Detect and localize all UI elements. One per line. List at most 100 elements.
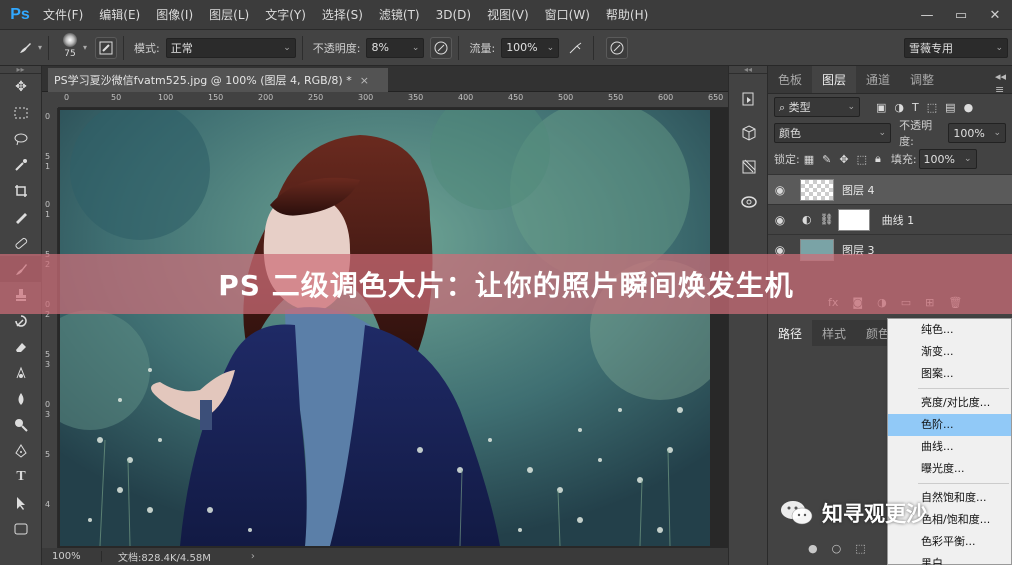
fill-field[interactable]: 100% ⌄ — [918, 149, 977, 169]
tab-layers[interactable]: 图层 — [812, 66, 857, 93]
pressure-size-icon[interactable] — [606, 36, 629, 59]
chevron-right-icon[interactable]: › — [251, 551, 255, 562]
menu-item-brightness-contrast[interactable]: 亮度/对比度... — [888, 392, 1011, 414]
pen-tool-icon[interactable] — [0, 438, 42, 464]
menu-image[interactable]: 图像(I) — [148, 0, 201, 30]
menu-layer[interactable]: 图层(L) — [201, 0, 257, 30]
menu-help[interactable]: 帮助(H) — [598, 0, 656, 30]
flow-value: 100% — [506, 41, 538, 54]
menu-3d[interactable]: 3D(D) — [428, 0, 479, 30]
menu-file[interactable]: 文件(F) — [35, 0, 91, 30]
brush-tool-preset-icon[interactable] — [14, 37, 36, 59]
properties-panel-icon[interactable] — [729, 150, 769, 184]
menu-divider — [918, 388, 1009, 389]
menu-item-curves[interactable]: 曲线... — [888, 436, 1011, 458]
layer-opacity-field[interactable]: 100% ⌄ — [948, 123, 1006, 143]
menu-window[interactable]: 窗口(W) — [537, 0, 598, 30]
tab-swatches[interactable]: 色板 — [768, 66, 812, 93]
filter-smart-object-icon[interactable]: ▤ — [945, 101, 955, 114]
mode-dropdown[interactable]: 正常 ⌄ — [165, 37, 296, 58]
eyedropper-tool-icon[interactable] — [0, 204, 42, 230]
quick-selection-tool-icon[interactable] — [0, 152, 42, 178]
pressure-opacity-icon[interactable] — [430, 36, 453, 59]
lock-transparent-icon[interactable]: ▦ — [804, 153, 814, 166]
ruler-h-tick: 600 — [658, 93, 674, 102]
panel-grip-icon[interactable]: ▸▸ — [0, 66, 41, 74]
lock-all-icon[interactable]: 🔒︎ — [875, 152, 881, 166]
layer-name[interactable]: 曲线 1 — [882, 212, 915, 228]
tab-adjustments[interactable]: 调整 — [900, 66, 944, 93]
load-selection-icon[interactable]: ⬚ — [855, 542, 865, 555]
layer-row[interactable]: ◉ 图层 4 — [768, 174, 1012, 204]
gradient-tool-icon[interactable] — [0, 360, 42, 386]
filter-pixel-icon[interactable]: ▣ — [876, 101, 886, 114]
maximize-button[interactable]: ▭ — [944, 0, 978, 30]
airbrush-icon[interactable] — [565, 37, 587, 59]
filter-adjustment-icon[interactable]: ◑ — [894, 101, 904, 114]
menu-item-color-balance[interactable]: 色彩平衡... — [888, 531, 1011, 553]
filter-kind-dropdown[interactable]: ⌕ 类型 ⌄ — [774, 97, 860, 117]
history-panel-icon[interactable] — [729, 82, 769, 116]
ruler-v-tick: 5 — [45, 152, 51, 161]
panel-menu-icon[interactable]: ◂◂ ≡ — [995, 70, 1006, 96]
menu-item-black-white[interactable]: 黑白... — [888, 553, 1011, 565]
tab-styles[interactable]: 样式 — [812, 320, 856, 346]
menu-select[interactable]: 选择(S) — [314, 0, 371, 30]
fill-path-icon[interactable]: ● — [808, 542, 818, 555]
zoom-level[interactable]: 100% — [42, 551, 102, 562]
lasso-tool-icon[interactable] — [0, 126, 42, 152]
menu-item-pattern[interactable]: 图案... — [888, 363, 1011, 385]
brush-size-value: 75 — [64, 48, 76, 59]
filter-shape-icon[interactable]: ⬚ — [927, 101, 937, 114]
marquee-tool-icon[interactable] — [0, 100, 42, 126]
crop-tool-icon[interactable] — [0, 178, 42, 204]
eraser-tool-icon[interactable] — [0, 334, 42, 360]
blend-mode-dropdown[interactable]: 颜色 ⌄ — [774, 123, 892, 143]
workspace-dropdown[interactable]: 雪薇专用 ⌄ — [904, 37, 1008, 58]
healing-brush-tool-icon[interactable] — [0, 230, 42, 256]
lock-artboard-icon[interactable]: ⬚ — [857, 153, 867, 166]
3d-panel-icon[interactable] — [729, 116, 769, 150]
tools-panel: ▸▸ ✥ T — [0, 66, 42, 565]
menu-item-solid-color[interactable]: 纯色... — [888, 319, 1011, 341]
panel-grip-icon[interactable]: ◂◂ — [729, 66, 767, 74]
flow-field[interactable]: 100% ⌄ — [501, 37, 560, 58]
dodge-tool-icon[interactable] — [0, 412, 42, 438]
canvas-photo[interactable] — [60, 110, 710, 546]
blur-tool-icon[interactable] — [0, 386, 42, 412]
brush-size-picker[interactable]: 75 — [59, 32, 81, 63]
type-tool-icon[interactable]: T — [0, 464, 42, 490]
lock-position-icon[interactable]: ✥ — [839, 153, 848, 166]
filter-type-icon[interactable]: T — [912, 101, 919, 114]
document-tab[interactable]: PS学习夏沙微信fvatm525.jpg @ 100% (图层 4, RGB/8… — [48, 68, 388, 92]
tab-paths[interactable]: 路径 — [768, 320, 813, 346]
menu-item-levels[interactable]: 色阶... — [888, 414, 1011, 436]
menu-edit[interactable]: 编辑(E) — [91, 0, 148, 30]
eye-icon[interactable]: ◉ — [768, 213, 792, 227]
menu-type[interactable]: 文字(Y) — [257, 0, 314, 30]
opacity-field[interactable]: 8% ⌄ — [366, 37, 425, 58]
rectangle-tool-icon[interactable] — [0, 516, 42, 542]
brush-panel-toggle-icon[interactable] — [95, 36, 118, 59]
layer-name[interactable]: 图层 4 — [842, 182, 875, 198]
creative-cloud-icon[interactable] — [729, 184, 769, 218]
menu-filter[interactable]: 滤镜(T) — [371, 0, 428, 30]
chevron-down-icon: ⌄ — [964, 154, 972, 164]
lock-pixels-icon[interactable]: ✎ — [822, 153, 831, 166]
menu-item-gradient[interactable]: 渐变... — [888, 341, 1011, 363]
path-selection-tool-icon[interactable] — [0, 490, 42, 516]
document-area: PS学习夏沙微信fvatm525.jpg @ 100% (图层 4, RGB/8… — [42, 66, 728, 565]
stroke-path-icon[interactable]: ○ — [832, 542, 842, 555]
close-button[interactable]: ✕ — [978, 0, 1012, 30]
ruler-h-tick: 400 — [458, 93, 474, 102]
menu-view[interactable]: 视图(V) — [479, 0, 537, 30]
move-tool-icon[interactable]: ✥ — [0, 74, 42, 100]
minimize-button[interactable]: — — [910, 0, 944, 30]
menu-item-exposure[interactable]: 曝光度... — [888, 458, 1011, 480]
eye-icon[interactable]: ◉ — [768, 183, 792, 197]
tab-channels[interactable]: 通道 — [856, 66, 900, 93]
fill-label: 填充: — [890, 153, 917, 166]
close-icon[interactable]: × — [360, 74, 369, 87]
layer-row[interactable]: ◉ ◐ ⛓ 曲线 1 — [768, 204, 1012, 234]
filter-toggle-icon[interactable]: ● — [964, 101, 974, 114]
